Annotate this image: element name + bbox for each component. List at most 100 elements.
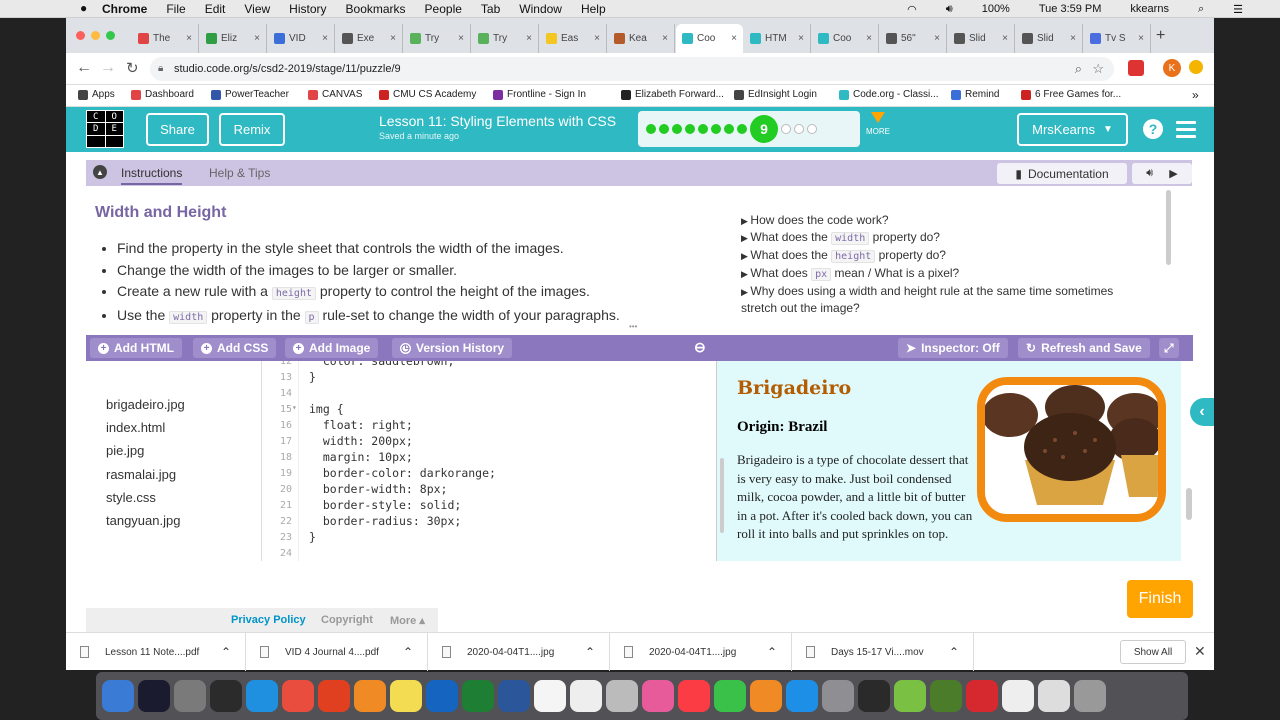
editor-scrollbar[interactable]	[720, 458, 724, 533]
code-line[interactable]: }	[309, 370, 316, 384]
dock-app-icon[interactable]	[570, 680, 602, 712]
browser-tab[interactable]: Slid ×	[948, 24, 1015, 53]
code-line[interactable]: width: 200px;	[309, 434, 413, 448]
remix-button[interactable]: Remix	[219, 113, 285, 146]
url-field[interactable]: 🔒︎ studio.code.org/s/csd2-2019/stage/11/…	[150, 57, 1114, 81]
dock-app-icon[interactable]	[930, 680, 962, 712]
close-tab-icon[interactable]: ×	[1002, 33, 1008, 44]
copyright-link[interactable]: Copyright	[321, 614, 373, 626]
dock-app-icon[interactable]	[138, 680, 170, 712]
hint-item[interactable]: ▶ How does the code work?	[741, 212, 1131, 229]
code-line[interactable]: color: saddlebrown;	[309, 361, 455, 368]
browser-tab[interactable]: Try ×	[404, 24, 471, 53]
bookmark-item[interactable]: CMU CS Academy	[379, 89, 476, 100]
code-line[interactable]: float: right;	[309, 418, 413, 432]
dock-app-icon[interactable]	[354, 680, 386, 712]
update-icon[interactable]	[1189, 60, 1203, 74]
volume-icon[interactable]: 🔊︎	[946, 3, 953, 16]
refresh-and-save-button[interactable]: ↻ Refresh and Save	[1018, 338, 1150, 358]
close-tab-icon[interactable]: ×	[866, 33, 872, 44]
collapse-side-tab-icon[interactable]: ‹	[1190, 398, 1214, 426]
file-item[interactable]: brigadeiro.jpg	[106, 397, 185, 412]
battery-percent[interactable]: 100%	[982, 3, 1010, 15]
chevron-up-icon[interactable]: ⌃	[585, 645, 595, 659]
dock-app-icon[interactable]	[858, 680, 890, 712]
level-dot-incomplete[interactable]	[781, 124, 791, 134]
dock-app-icon[interactable]	[1074, 680, 1106, 712]
download-item[interactable]: 2020-04-04T1....jpg ⌃	[610, 633, 792, 671]
browser-tab[interactable]: Coo ×	[676, 24, 743, 53]
download-item[interactable]: 2020-04-04T1....jpg ⌃	[428, 633, 610, 671]
browser-tab[interactable]: 56" ×	[880, 24, 947, 53]
file-item[interactable]: style.css	[106, 490, 156, 505]
level-dot-complete[interactable]	[711, 124, 721, 134]
close-tab-icon[interactable]: ×	[731, 33, 737, 44]
browser-tab[interactable]: Exe ×	[336, 24, 403, 53]
menu-edit[interactable]: Edit	[205, 2, 226, 16]
browser-tab[interactable]: VID ×	[268, 24, 335, 53]
level-dot-incomplete[interactable]	[807, 124, 817, 134]
browser-tab[interactable]: Eliz ×	[200, 24, 267, 53]
clock[interactable]: Tue 3:59 PM	[1039, 3, 1102, 15]
close-downloads-icon[interactable]: ✕	[1194, 643, 1206, 660]
fullscreen-icon[interactable]: ⤢	[1159, 338, 1179, 358]
download-item[interactable]: Days 15-17 Vi....mov ⌃	[792, 633, 974, 671]
dock-app-icon[interactable]	[1002, 680, 1034, 712]
dock-app-icon[interactable]	[750, 680, 782, 712]
dock-app-icon[interactable]	[606, 680, 638, 712]
close-tab-icon[interactable]: ×	[254, 33, 260, 44]
extension-icon[interactable]	[1128, 60, 1144, 76]
bookmark-item[interactable]: Dashboard	[131, 89, 194, 100]
code-line[interactable]: border-color: darkorange;	[309, 466, 496, 480]
chevron-up-icon[interactable]: ⌃	[403, 645, 413, 659]
hint-item[interactable]: ▶ What does the height property do?	[741, 247, 1131, 265]
link-icon[interactable]: ⊖	[694, 339, 706, 356]
user-menu-button[interactable]: MrsKearns ▼	[1017, 113, 1128, 146]
css-code-editor[interactable]: 12 13 14 15 16 17 18 19 20 21 22 23 24 ▾ color: saddl…	[262, 361, 715, 561]
code-line[interactable]: border-style: solid;	[309, 498, 461, 512]
menu-tab[interactable]: Tab	[481, 2, 500, 16]
file-item[interactable]: tangyuan.jpg	[106, 513, 180, 528]
hamburger-menu-icon[interactable]	[1176, 121, 1196, 142]
browser-tab[interactable]: Eas ×	[540, 24, 607, 53]
play-icon[interactable]: ▶	[1169, 167, 1177, 180]
menu-view[interactable]: View	[244, 2, 270, 16]
browser-tab[interactable]: Coo ×	[812, 24, 879, 53]
level-dot-complete[interactable]	[646, 124, 656, 134]
close-tab-icon[interactable]: ×	[458, 33, 464, 44]
version-history-button[interactable]: ◷ Version History	[392, 338, 513, 358]
browser-tab[interactable]: Slid ×	[1016, 24, 1083, 53]
browser-tab[interactable]: Tv S ×	[1084, 24, 1151, 53]
zoom-window-icon[interactable]	[106, 31, 115, 40]
close-tab-icon[interactable]: ×	[662, 33, 668, 44]
share-button[interactable]: Share	[146, 113, 209, 146]
browser-tab[interactable]: HTM ×	[744, 24, 811, 53]
level-dot-complete[interactable]	[685, 124, 695, 134]
dock-app-icon[interactable]	[894, 680, 926, 712]
file-item[interactable]: index.html	[106, 420, 165, 435]
inspector-toggle-button[interactable]: ➤ Inspector: Off	[898, 338, 1008, 358]
close-tab-icon[interactable]: ×	[1070, 33, 1076, 44]
chevron-up-icon[interactable]: ⌃	[767, 645, 777, 659]
dock-app-icon[interactable]	[966, 680, 998, 712]
new-tab-icon[interactable]: +	[1156, 27, 1165, 45]
dock-app-icon[interactable]	[246, 680, 278, 712]
finish-button[interactable]: Finish	[1127, 580, 1193, 618]
hint-item[interactable]: ▶ What does the width property do?	[741, 229, 1131, 247]
chevron-up-icon[interactable]: ⌃	[949, 645, 959, 659]
browser-tab[interactable]: The ×	[132, 24, 199, 53]
dock-app-icon[interactable]	[210, 680, 242, 712]
dock-app-icon[interactable]	[678, 680, 710, 712]
hint-item[interactable]: ▶ What does px mean / What is a pixel?	[741, 265, 1131, 283]
reload-icon[interactable]: ↻	[126, 59, 139, 77]
close-tab-icon[interactable]: ×	[1138, 33, 1144, 44]
dock-app-icon[interactable]	[390, 680, 422, 712]
speaker-icon[interactable]: 🔊︎	[1146, 167, 1153, 180]
download-item[interactable]: Lesson 11 Note....pdf ⌃	[66, 633, 246, 671]
bookmarks-overflow-icon[interactable]: »	[1192, 88, 1199, 102]
menu-window[interactable]: Window	[519, 2, 562, 16]
user-name[interactable]: kkearns	[1130, 3, 1169, 15]
close-tab-icon[interactable]: ×	[186, 33, 192, 44]
close-tab-icon[interactable]: ×	[526, 33, 532, 44]
bookmark-item[interactable]: CANVAS	[308, 89, 362, 100]
